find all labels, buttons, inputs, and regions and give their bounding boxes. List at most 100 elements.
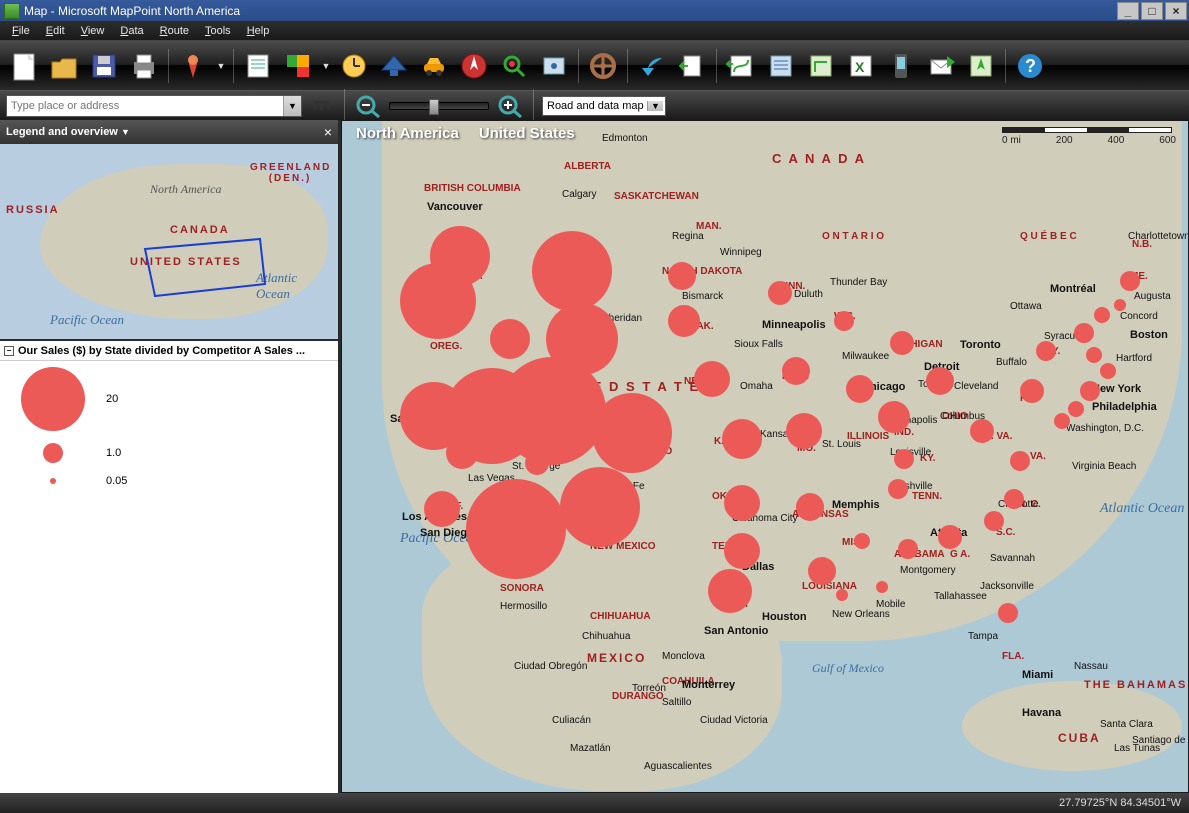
data-bubble[interactable]: [694, 361, 730, 397]
data-bubble[interactable]: [796, 493, 824, 521]
minimize-button[interactable]: _: [1117, 2, 1139, 20]
data-bubble[interactable]: [722, 419, 762, 459]
data-bubble[interactable]: [970, 419, 994, 443]
data-bubble[interactable]: [592, 393, 672, 473]
location-breadcrumb[interactable]: North AmericaUnited States: [356, 125, 595, 142]
data-bubble[interactable]: [446, 437, 478, 469]
data-bubble[interactable]: [668, 305, 700, 337]
data-bubble[interactable]: [888, 479, 908, 499]
address-dropdown-button[interactable]: ▼: [283, 96, 301, 116]
data-bubble[interactable]: [846, 375, 874, 403]
data-bubble[interactable]: [836, 589, 848, 601]
directions-button[interactable]: [803, 48, 839, 84]
data-bubble[interactable]: [1086, 347, 1102, 363]
itinerary-button[interactable]: [763, 48, 799, 84]
help-button[interactable]: ?: [1012, 48, 1048, 84]
pushpin-button[interactable]: [175, 48, 211, 84]
data-bubble[interactable]: [1120, 271, 1140, 291]
address-input[interactable]: [7, 97, 283, 115]
menu-route[interactable]: Route: [152, 23, 197, 39]
data-bubble[interactable]: [1020, 379, 1044, 403]
data-bubble[interactable]: [1080, 381, 1100, 401]
data-bubble[interactable]: [1074, 323, 1094, 343]
find-button[interactable]: [496, 48, 532, 84]
data-bubble[interactable]: [998, 603, 1018, 623]
data-bubble[interactable]: [786, 413, 822, 449]
close-button[interactable]: ×: [1165, 2, 1187, 20]
send-button[interactable]: [923, 48, 959, 84]
data-bubble[interactable]: [1094, 307, 1110, 323]
data-bubble[interactable]: [890, 331, 914, 355]
find-button[interactable]: [308, 94, 336, 118]
menu-file[interactable]: File: [4, 23, 38, 39]
gps-task-button[interactable]: [963, 48, 999, 84]
steer-button[interactable]: [585, 48, 621, 84]
route-pane-button[interactable]: [723, 48, 759, 84]
data-bubble[interactable]: [926, 367, 954, 395]
data-bubble[interactable]: [1004, 489, 1024, 509]
data-bubble[interactable]: [1068, 401, 1084, 417]
data-bubble[interactable]: [1054, 413, 1070, 429]
data-bubble[interactable]: [724, 485, 760, 521]
data-bubble[interactable]: [984, 511, 1004, 531]
data-bubble[interactable]: [400, 263, 476, 339]
map-style-combo[interactable]: Road and data map ▼: [542, 96, 666, 116]
pushpin-dropdown[interactable]: ▼: [215, 61, 227, 71]
menu-tools[interactable]: Tools: [197, 23, 239, 39]
data-bubble[interactable]: [1114, 299, 1126, 311]
legend-close-button[interactable]: ×: [324, 124, 332, 140]
data-bubble[interactable]: [768, 281, 792, 305]
drivetime-button[interactable]: [376, 48, 412, 84]
excel-button[interactable]: X: [843, 48, 879, 84]
data-bubble[interactable]: [708, 569, 752, 613]
data-bubble[interactable]: [834, 311, 854, 331]
menu-help[interactable]: Help: [239, 23, 278, 39]
open-button[interactable]: [46, 48, 82, 84]
map-style-dropdown-button[interactable]: ▼: [647, 101, 663, 111]
data-bubble[interactable]: [1010, 451, 1030, 471]
data-bubble[interactable]: [782, 357, 810, 385]
data-bubble[interactable]: [546, 303, 618, 375]
data-bubble[interactable]: [668, 262, 696, 290]
data-bubble[interactable]: [898, 539, 918, 559]
data-bubble[interactable]: [894, 449, 914, 469]
data-bubble[interactable]: [424, 491, 460, 527]
data-bubble[interactable]: [532, 231, 612, 311]
data-bubble[interactable]: [724, 533, 760, 569]
schedule-button[interactable]: [336, 48, 372, 84]
data-bubble[interactable]: [490, 319, 530, 359]
select-button[interactable]: [536, 48, 572, 84]
data-bubble[interactable]: [560, 467, 640, 547]
zoom-thumb[interactable]: [429, 99, 439, 115]
menu-edit[interactable]: Edit: [38, 23, 73, 39]
phone-button[interactable]: [883, 48, 919, 84]
zoom-out-button[interactable]: [353, 93, 383, 119]
car-button[interactable]: [416, 48, 452, 84]
data-bubble[interactable]: [808, 557, 836, 585]
data-bubble[interactable]: [938, 525, 962, 549]
map-canvas[interactable]: North AmericaUnited States 0 mi200400600…: [341, 120, 1189, 793]
data-bubble[interactable]: [876, 581, 888, 593]
props-button[interactable]: [240, 48, 276, 84]
territory-button[interactable]: [280, 48, 316, 84]
export-button[interactable]: [674, 48, 710, 84]
print-button[interactable]: [126, 48, 162, 84]
data-bubble[interactable]: [1100, 363, 1116, 379]
territory-dropdown[interactable]: ▼: [320, 61, 332, 71]
data-bubble[interactable]: [854, 533, 870, 549]
menu-data[interactable]: Data: [112, 23, 151, 39]
menu-view[interactable]: View: [73, 23, 113, 39]
gps-button[interactable]: [456, 48, 492, 84]
new-button[interactable]: [6, 48, 42, 84]
legend-series-title[interactable]: − Our Sales ($) by State divided by Comp…: [0, 341, 338, 361]
legend-header[interactable]: Legend and overview ▼ ×: [0, 120, 338, 144]
zoom-slider[interactable]: [389, 102, 489, 110]
back-button[interactable]: [634, 48, 670, 84]
zoom-in-button[interactable]: [495, 93, 525, 119]
maximize-button[interactable]: □: [1141, 2, 1163, 20]
data-bubble[interactable]: [878, 401, 910, 433]
data-bubble[interactable]: [525, 451, 549, 475]
data-bubble[interactable]: [466, 479, 566, 579]
overview-map[interactable]: RUSSIA CANADA UNITED STATES GREENLAND (D…: [0, 144, 338, 341]
save-button[interactable]: [86, 48, 122, 84]
